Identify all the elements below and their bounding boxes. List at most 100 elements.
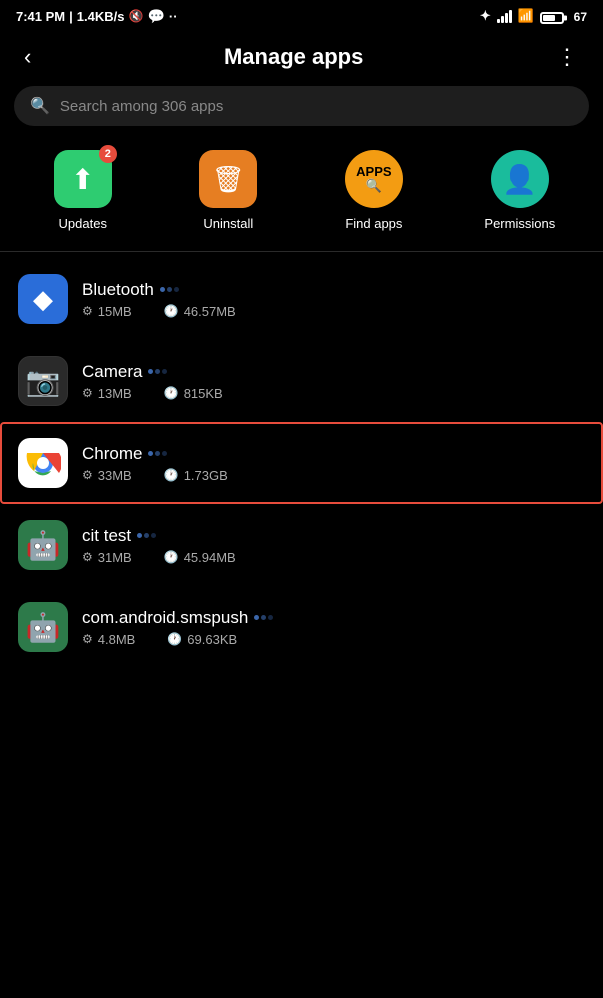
uninstall-label: Uninstall — [203, 216, 253, 231]
cit-app-icon: 🤖 — [18, 520, 68, 570]
sms-storage: ⚙ 4.8MB — [82, 632, 135, 647]
sms-name-row: com.android.smspush — [82, 608, 585, 628]
battery-percent: 67 — [574, 10, 587, 24]
updates-icon-wrap: ⬆ 2 — [54, 150, 112, 208]
chrome-app-info: Chrome ⚙ 33MB 🕐 1.73GB — [82, 444, 585, 483]
permissions-label: Permissions — [484, 216, 555, 231]
app-header: ‹ Manage apps ⋮ — [0, 32, 603, 86]
whatsapp-icon: 💬 — [147, 8, 164, 25]
updates-label: Updates — [59, 216, 107, 231]
updates-action[interactable]: ⬆ 2 Updates — [48, 150, 118, 231]
chrome-loading — [148, 451, 167, 456]
page-title: Manage apps — [224, 44, 363, 70]
sms-icon: 🤖 — [26, 611, 61, 644]
dots-icon: ·· — [169, 9, 178, 24]
battery-icon — [540, 12, 564, 24]
chrome-app-icon — [18, 438, 68, 488]
signal-icon — [497, 10, 512, 23]
uninstall-icon: 🗑 — [212, 164, 245, 195]
cit-sizes: ⚙ 31MB 🕐 45.94MB — [82, 550, 585, 565]
camera-app-name: Camera — [82, 362, 142, 382]
search-icon: 🔍 — [30, 96, 50, 116]
bluetooth-app-name: Bluetooth — [82, 280, 154, 300]
bluetooth-app-info: Bluetooth ⚙ 15MB 🕐 46.57MB — [82, 280, 585, 319]
chrome-storage: ⚙ 33MB — [82, 468, 132, 483]
cit-app-info: cit test ⚙ 31MB 🕐 45.94MB — [82, 526, 585, 565]
bluetooth-name-row: Bluetooth — [82, 280, 585, 300]
cache-icon: 🕐 — [164, 304, 179, 318]
cit-loading — [137, 533, 156, 538]
chrome-name-row: Chrome — [82, 444, 585, 464]
quick-actions-row: ⬆ 2 Updates 🗑 Uninstall APPS🔍 Find apps … — [0, 142, 603, 251]
permissions-icon: 👤 — [502, 163, 537, 196]
sms-sizes: ⚙ 4.8MB 🕐 69.63KB — [82, 632, 585, 647]
chrome-cache: 🕐 1.73GB — [164, 468, 228, 483]
uninstall-icon-wrap: 🗑 — [199, 150, 257, 208]
updates-icon: ⬆ — [71, 163, 94, 196]
bluetooth-icon: ◆ — [33, 284, 53, 315]
bluetooth-storage: ⚙ 15MB — [82, 304, 132, 319]
camera-name-row: Camera — [82, 362, 585, 382]
permissions-action[interactable]: 👤 Permissions — [484, 150, 555, 231]
storage-icon4: ⚙ — [82, 550, 93, 564]
app-item-smspush[interactable]: 🤖 com.android.smspush ⚙ 4.8MB 🕐 69.63KB — [0, 586, 603, 668]
sms-cache: 🕐 69.63KB — [167, 632, 237, 647]
cache-icon4: 🕐 — [164, 550, 179, 564]
sms-app-name: com.android.smspush — [82, 608, 248, 628]
network-speed-value: 1.4KB/s — [77, 9, 125, 24]
time-display: 7:41 PM — [16, 9, 65, 24]
bluetooth-sizes: ⚙ 15MB 🕐 46.57MB — [82, 304, 585, 319]
network-speed: | — [69, 9, 73, 24]
findapps-action[interactable]: APPS🔍 Find apps — [339, 150, 409, 231]
cache-icon2: 🕐 — [164, 386, 179, 400]
bluetooth-app-icon: ◆ — [18, 274, 68, 324]
cit-app-name: cit test — [82, 526, 131, 546]
status-left: 7:41 PM | 1.4KB/s 🔇 💬 ·· — [16, 8, 178, 25]
storage-icon2: ⚙ — [82, 386, 93, 400]
overflow-menu-button[interactable]: ⋮ — [548, 40, 587, 74]
search-bar[interactable]: 🔍 Search among 306 apps — [14, 86, 589, 126]
app-item-camera[interactable]: 📷 Camera ⚙ 13MB 🕐 815KB — [0, 340, 603, 422]
cit-icon: 🤖 — [26, 529, 61, 562]
storage-icon5: ⚙ — [82, 632, 93, 646]
app-item-cit[interactable]: 🤖 cit test ⚙ 31MB 🕐 45.94MB — [0, 504, 603, 586]
wifi-icon: 📶 — [518, 8, 534, 24]
chrome-logo-svg — [25, 445, 61, 481]
back-button[interactable]: ‹ — [16, 40, 39, 74]
permissions-icon-wrap: 👤 — [491, 150, 549, 208]
cache-icon5: 🕐 — [167, 632, 182, 646]
camera-storage: ⚙ 13MB — [82, 386, 132, 401]
chrome-sizes: ⚙ 33MB 🕐 1.73GB — [82, 468, 585, 483]
sms-app-info: com.android.smspush ⚙ 4.8MB 🕐 69.63KB — [82, 608, 585, 647]
bluetooth-cache: 🕐 46.57MB — [164, 304, 236, 319]
sms-loading — [254, 615, 273, 620]
app-list: ◆ Bluetooth ⚙ 15MB 🕐 46.57MB — [0, 258, 603, 668]
camera-loading — [148, 369, 167, 374]
bluetooth-status-icon: ✦ — [480, 8, 491, 24]
uninstall-action[interactable]: 🗑 Uninstall — [193, 150, 263, 231]
cache-icon3: 🕐 — [164, 468, 179, 482]
app-item-chrome[interactable]: Chrome ⚙ 33MB 🕐 1.73GB — [0, 422, 603, 504]
findapps-label: Find apps — [345, 216, 402, 231]
status-bar: 7:41 PM | 1.4KB/s 🔇 💬 ·· ✦ 📶 67 — [0, 0, 603, 32]
search-input[interactable]: Search among 306 apps — [60, 98, 223, 115]
findapps-icon: APPS🔍 — [356, 165, 391, 194]
camera-sizes: ⚙ 13MB 🕐 815KB — [82, 386, 585, 401]
silent-icon: 🔇 — [128, 9, 143, 23]
camera-icon: 📷 — [26, 365, 61, 398]
camera-app-info: Camera ⚙ 13MB 🕐 815KB — [82, 362, 585, 401]
camera-cache: 🕐 815KB — [164, 386, 223, 401]
cit-cache: 🕐 45.94MB — [164, 550, 236, 565]
status-right: ✦ 📶 67 — [480, 8, 587, 24]
bluetooth-loading — [160, 287, 179, 292]
storage-icon3: ⚙ — [82, 468, 93, 482]
app-item-bluetooth[interactable]: ◆ Bluetooth ⚙ 15MB 🕐 46.57MB — [0, 258, 603, 340]
cit-storage: ⚙ 31MB — [82, 550, 132, 565]
storage-icon: ⚙ — [82, 304, 93, 318]
sms-app-icon: 🤖 — [18, 602, 68, 652]
updates-badge: 2 — [99, 145, 117, 163]
section-divider — [0, 251, 603, 252]
camera-app-icon: 📷 — [18, 356, 68, 406]
cit-name-row: cit test — [82, 526, 585, 546]
findapps-icon-wrap: APPS🔍 — [345, 150, 403, 208]
